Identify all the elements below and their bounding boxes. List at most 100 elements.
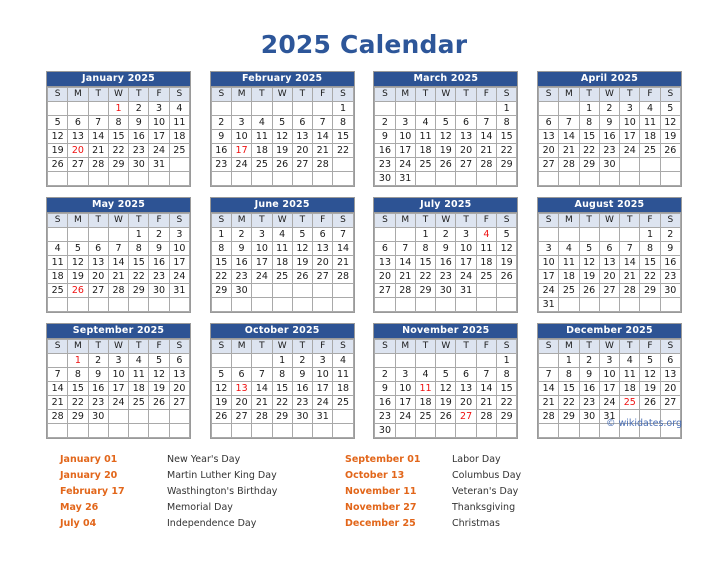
day-cell[interactable]: 7 [332,227,354,242]
day-cell[interactable]: 20 [168,381,191,396]
day-cell[interactable]: 17 [394,395,416,410]
day-cell[interactable]: 26 [435,157,457,172]
day-cell[interactable]: 15 [271,381,293,396]
day-cell[interactable]: 18 [619,381,641,396]
day-cell[interactable]: 11 [271,241,293,256]
day-cell[interactable]: 9 [659,241,681,256]
day-cell[interactable]: 29 [67,409,89,424]
day-cell[interactable]: 23 [659,269,681,284]
day-cell[interactable]: 25 [558,283,580,298]
day-cell[interactable]: 25 [475,269,498,284]
day-cell[interactable]: 24 [107,395,130,410]
day-cell[interactable]: 21 [394,269,416,284]
day-cell[interactable]: 11 [251,129,273,144]
day-cell[interactable]: 7 [619,241,641,256]
day-cell[interactable]: 16 [578,381,600,396]
day-cell[interactable]: 30 [291,409,314,424]
day-cell[interactable]: 19 [148,381,170,396]
day-cell[interactable]: 1 [558,353,580,368]
day-cell[interactable]: 7 [475,115,498,130]
day-cell-holiday[interactable]: 20 [67,143,89,158]
day-cell[interactable]: 21 [312,143,334,158]
day-cell[interactable]: 3 [168,227,191,242]
day-cell[interactable]: 5 [271,115,293,130]
day-cell[interactable]: 14 [46,381,69,396]
day-cell[interactable]: 28 [619,283,641,298]
day-cell[interactable]: 14 [619,255,641,270]
day-cell[interactable]: 29 [578,157,600,172]
day-cell[interactable]: 25 [128,395,150,410]
day-cell[interactable]: 30 [659,283,681,298]
day-cell[interactable]: 18 [639,129,661,144]
day-cell[interactable]: 19 [435,395,457,410]
day-cell[interactable]: 7 [251,367,273,382]
day-cell[interactable]: 5 [639,353,661,368]
day-cell[interactable]: 3 [537,241,560,256]
day-cell[interactable]: 8 [578,115,600,130]
day-cell[interactable]: 23 [598,143,621,158]
day-cell[interactable]: 12 [578,255,600,270]
day-cell[interactable]: 5 [67,241,89,256]
day-cell[interactable]: 5 [291,227,314,242]
day-cell[interactable]: 24 [598,395,621,410]
day-cell[interactable]: 15 [107,129,130,144]
day-cell[interactable]: 2 [578,353,600,368]
day-cell[interactable]: 3 [455,227,477,242]
day-cell[interactable]: 15 [128,255,150,270]
day-cell[interactable]: 28 [537,409,560,424]
day-cell[interactable]: 14 [475,381,498,396]
day-cell[interactable]: 7 [537,367,560,382]
day-cell[interactable]: 12 [639,367,661,382]
day-cell[interactable]: 18 [414,395,437,410]
day-cell[interactable]: 25 [271,269,293,284]
day-cell[interactable]: 31 [148,157,170,172]
day-cell[interactable]: 4 [271,227,293,242]
day-cell[interactable]: 9 [230,241,253,256]
day-cell[interactable]: 23 [148,269,170,284]
day-cell[interactable]: 8 [495,367,518,382]
day-cell[interactable]: 9 [435,241,457,256]
day-cell[interactable]: 2 [230,227,253,242]
day-cell[interactable]: 24 [168,269,191,284]
day-cell[interactable]: 24 [230,157,253,172]
day-cell[interactable]: 13 [659,367,681,382]
day-cell[interactable]: 26 [639,395,661,410]
day-cell[interactable]: 22 [558,395,580,410]
day-cell[interactable]: 7 [394,241,416,256]
day-cell[interactable]: 27 [168,395,191,410]
day-cell[interactable]: 4 [332,353,354,368]
day-cell[interactable]: 4 [414,367,437,382]
day-cell[interactable]: 22 [414,269,437,284]
day-cell[interactable]: 3 [148,101,170,116]
day-cell[interactable]: 17 [168,255,191,270]
day-cell[interactable]: 10 [230,129,253,144]
day-cell[interactable]: 3 [598,353,621,368]
day-cell[interactable]: 23 [210,157,232,172]
day-cell[interactable]: 16 [374,395,396,410]
day-cell[interactable]: 19 [210,395,232,410]
day-cell[interactable]: 7 [475,367,498,382]
day-cell[interactable]: 26 [578,283,600,298]
day-cell[interactable]: 4 [128,353,150,368]
day-cell[interactable]: 23 [87,395,109,410]
day-cell[interactable]: 6 [598,241,621,256]
day-cell[interactable]: 28 [251,409,273,424]
day-cell[interactable]: 6 [455,115,477,130]
day-cell[interactable]: 20 [230,395,253,410]
day-cell[interactable]: 26 [46,157,69,172]
day-cell[interactable]: 20 [455,395,477,410]
day-cell[interactable]: 27 [312,269,334,284]
day-cell[interactable]: 12 [435,129,457,144]
day-cell[interactable]: 22 [210,269,232,284]
day-cell[interactable]: 5 [435,367,457,382]
day-cell-holiday[interactable]: 11 [414,381,437,396]
day-cell[interactable]: 13 [168,367,191,382]
day-cell[interactable]: 2 [435,227,457,242]
day-cell[interactable]: 21 [251,395,273,410]
day-cell[interactable]: 12 [67,255,89,270]
day-cell[interactable]: 13 [598,255,621,270]
day-cell[interactable]: 30 [87,409,109,424]
day-cell[interactable]: 19 [659,129,681,144]
day-cell[interactable]: 9 [87,367,109,382]
day-cell[interactable]: 9 [128,115,150,130]
